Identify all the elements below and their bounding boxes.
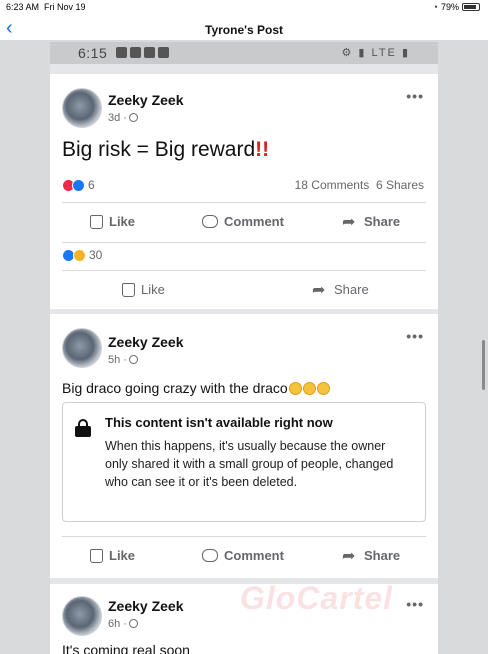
- post-photo: 6:15 ⚙ ▮ LTE ▮ Zeeky Zeek 3d · ••• Big r…: [0, 40, 488, 654]
- laughing-emoji-icon: [288, 382, 302, 395]
- watermark: GloCartel: [240, 580, 394, 616]
- post-meta: 6h ·: [108, 618, 138, 630]
- thumbs-up-icon: [90, 548, 103, 563]
- divider: [62, 202, 426, 203]
- divider: [62, 242, 426, 243]
- like-label: Like: [141, 282, 165, 297]
- network-label: LTE: [371, 47, 397, 59]
- lock-icon: [75, 419, 91, 437]
- thumbs-up-icon: [90, 214, 103, 229]
- phone-screen: 6:15 ⚙ ▮ LTE ▮ Zeeky Zeek 3d · ••• Big r…: [50, 42, 438, 654]
- unavailable-content-box[interactable]: This content isn't available right now W…: [62, 402, 426, 522]
- status-right: ◔ 79%: [433, 2, 480, 12]
- share-label: Share: [364, 548, 401, 563]
- globe-icon: [128, 355, 138, 364]
- divider: [62, 270, 426, 271]
- post-card: Zeeky Zeek 5h · ••• Big draco going craz…: [50, 314, 438, 578]
- author-name[interactable]: Zeeky Zeek: [108, 598, 184, 614]
- post-text: It's coming real soon: [62, 642, 190, 654]
- battery-percent: 79%: [440, 2, 459, 12]
- post-text-body: Big draco going crazy with the draco: [62, 380, 288, 396]
- comment-button[interactable]: Comment: [202, 548, 284, 563]
- exclamation-emphasis: !!: [255, 138, 270, 161]
- globe-icon: [128, 113, 138, 122]
- share-button[interactable]: Share: [342, 546, 401, 566]
- status-time: 6:23 AM Fri Nov 19: [6, 2, 86, 12]
- unavailable-body: When this happens, it's usually because …: [105, 439, 394, 489]
- unavailable-title: This content isn't available right now: [105, 415, 333, 430]
- avatar[interactable]: [62, 596, 102, 636]
- phone-time: 6:15: [78, 45, 108, 61]
- like-label: Like: [109, 548, 136, 563]
- status-bar: 6:23 AM Fri Nov 19 ◔ 79%: [0, 0, 488, 14]
- shared-actions: Like Share: [50, 280, 438, 304]
- avatar[interactable]: [62, 328, 102, 368]
- like-label: Like: [109, 214, 136, 229]
- post-meta: 3d ·: [108, 112, 138, 124]
- share-label: Share: [334, 282, 369, 297]
- date-label: Fri Nov 19: [44, 2, 86, 12]
- reaction-count: 6: [88, 178, 95, 192]
- post-age: 3d ·: [108, 112, 127, 124]
- share-icon: [342, 546, 358, 566]
- post-actions: Like Comment Share: [50, 546, 438, 570]
- phone-signal: ⚙ ▮ LTE ▮: [341, 47, 410, 59]
- battery-icon: [462, 3, 480, 11]
- thumbs-up-icon: [122, 282, 135, 297]
- post-card: Zeeky Zeek 3d · ••• Big risk = Big rewar…: [50, 74, 438, 309]
- post-age: 6h ·: [108, 618, 127, 630]
- comment-icon: [202, 215, 218, 228]
- scrollbar[interactable]: [482, 340, 485, 390]
- more-options-icon[interactable]: •••: [406, 328, 424, 344]
- comment-label: Comment: [224, 214, 284, 229]
- more-options-icon[interactable]: •••: [406, 596, 424, 612]
- post-meta: 5h ·: [108, 354, 138, 366]
- page-title: Tyrone's Post: [205, 23, 283, 37]
- comment-count: 18 Comments: [294, 178, 370, 192]
- like-button[interactable]: Like: [90, 214, 135, 229]
- comment-icon: [202, 549, 218, 562]
- post-age: 5h ·: [108, 354, 127, 366]
- author-name[interactable]: Zeeky Zeek: [108, 334, 184, 350]
- shared-reaction-summary[interactable]: 30: [62, 248, 102, 262]
- reaction-summary[interactable]: 6: [62, 178, 95, 192]
- post-text: Big draco going crazy with the draco: [62, 380, 330, 396]
- share-label: Share: [364, 214, 401, 229]
- share-icon: [342, 212, 358, 232]
- laughing-emoji-icon: [316, 382, 330, 395]
- author-name[interactable]: Zeeky Zeek: [108, 92, 184, 108]
- engagement-counts[interactable]: 18 Comments 6 Shares: [295, 178, 424, 192]
- wifi-icon: ◔: [432, 2, 438, 12]
- more-options-icon[interactable]: •••: [406, 88, 424, 104]
- globe-icon: [128, 619, 138, 628]
- like-reaction-icon: [72, 178, 85, 192]
- avatar[interactable]: [62, 88, 102, 128]
- post-actions: Like Comment Share: [50, 212, 438, 236]
- divider: [62, 536, 426, 537]
- reaction-count: 30: [89, 248, 103, 262]
- share-button[interactable]: Share: [342, 212, 401, 232]
- share-button[interactable]: Share: [312, 280, 369, 300]
- like-button[interactable]: Like: [122, 282, 165, 297]
- comment-button[interactable]: Comment: [202, 214, 284, 229]
- clock-label: 6:23 AM: [6, 2, 40, 12]
- wow-reaction-icon: [73, 248, 86, 262]
- share-icon: [312, 280, 328, 300]
- share-count: 6 Shares: [375, 178, 424, 192]
- post-text: Big risk = Big reward!!: [62, 138, 269, 162]
- post-text-body: Big risk = Big reward: [62, 138, 256, 161]
- phone-status-bar: 6:15 ⚙ ▮ LTE ▮: [50, 42, 438, 64]
- like-button[interactable]: Like: [90, 548, 135, 563]
- laughing-emoji-icon: [302, 382, 316, 395]
- notification-icons: [116, 47, 169, 58]
- comment-label: Comment: [224, 548, 284, 563]
